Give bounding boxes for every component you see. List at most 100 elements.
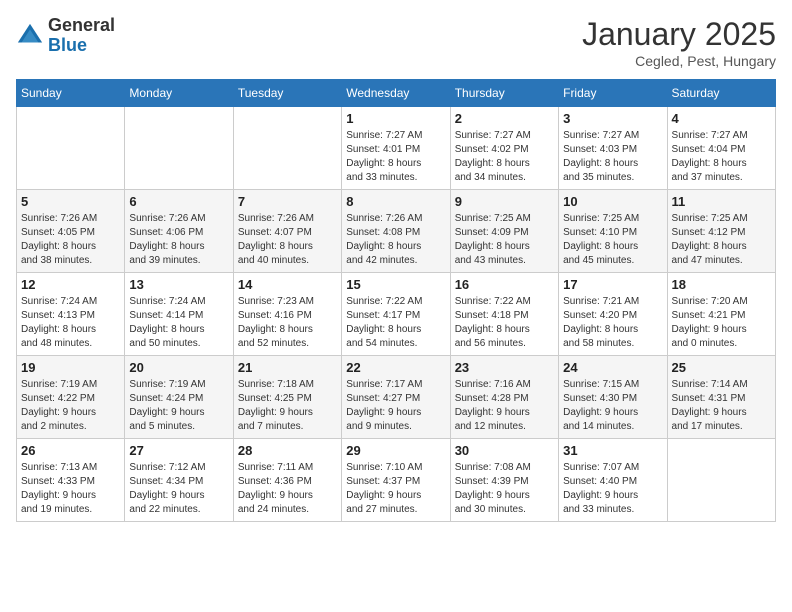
calendar-cell: 16 Sunrise: 7:22 AM Sunset: 4:18 PM Dayli… — [450, 273, 558, 356]
day-number: 1 — [346, 111, 445, 126]
calendar-cell: 30 Sunrise: 7:08 AM Sunset: 4:39 PM Dayli… — [450, 439, 558, 522]
calendar-cell: 17 Sunrise: 7:21 AM Sunset: 4:20 PM Dayli… — [559, 273, 667, 356]
day-info: Sunrise: 7:18 AM Sunset: 4:25 PM Dayligh… — [238, 378, 337, 434]
calendar-cell: 4Sunrise: 7:27 AM Sunset: 4:04 PM Daylig… — [667, 107, 775, 190]
day-number: 29 — [346, 443, 445, 458]
week-row-1: 1 Sunrise: 7:27 AM Sunset: 4:01 PM Daylig… — [17, 107, 776, 190]
calendar-cell — [17, 107, 125, 190]
calendar-cell — [667, 439, 775, 522]
weekday-header-saturday: Saturday — [667, 80, 775, 107]
day-number: 13 — [129, 277, 228, 292]
day-number: 22 — [346, 360, 445, 375]
day-info: Sunrise: 7:24 AM Sunset: 4:14 PM Dayligh… — [129, 295, 228, 351]
calendar: SundayMondayTuesdayWednesdayThursdayFrid… — [16, 79, 776, 522]
day-number: 12 — [21, 277, 120, 292]
logo: General Blue — [16, 16, 115, 56]
calendar-cell: 27 Sunrise: 7:12 AM Sunset: 4:34 PM Dayli… — [125, 439, 233, 522]
day-info: Sunrise: 7:17 AM Sunset: 4:27 PM Dayligh… — [346, 378, 445, 434]
day-number: 15 — [346, 277, 445, 292]
day-info: Sunrise: 7:26 AM Sunset: 4:07 PM Dayligh… — [238, 212, 337, 268]
day-info: Sunrise: 7:23 AM Sunset: 4:16 PM Dayligh… — [238, 295, 337, 351]
logo-blue: Blue — [48, 35, 87, 55]
logo-text: General Blue — [48, 16, 115, 56]
calendar-cell: 22 Sunrise: 7:17 AM Sunset: 4:27 PM Dayli… — [342, 356, 450, 439]
calendar-cell: 20 Sunrise: 7:19 AM Sunset: 4:24 PM Dayli… — [125, 356, 233, 439]
day-info: Sunrise: 7:20 AM Sunset: 4:21 PM Dayligh… — [672, 295, 771, 351]
calendar-cell: 10 Sunrise: 7:25 AM Sunset: 4:10 PM Dayli… — [559, 190, 667, 273]
day-info: Sunrise: 7:19 AM Sunset: 4:24 PM Dayligh… — [129, 378, 228, 434]
day-info: Sunrise: 7:25 AM Sunset: 4:09 PM Dayligh… — [455, 212, 554, 268]
day-number: 30 — [455, 443, 554, 458]
day-info: Sunrise: 7:26 AM Sunset: 4:06 PM Dayligh… — [129, 212, 228, 268]
weekday-header-row: SundayMondayTuesdayWednesdayThursdayFrid… — [17, 80, 776, 107]
day-info: Sunrise: 7:19 AM Sunset: 4:22 PM Dayligh… — [21, 378, 120, 434]
day-info: Sunrise: 7:14 AM Sunset: 4:31 PM Dayligh… — [672, 378, 771, 434]
calendar-cell: 19 Sunrise: 7:19 AM Sunset: 4:22 PM Dayli… — [17, 356, 125, 439]
day-number: 25 — [672, 360, 771, 375]
day-number: 26 — [21, 443, 120, 458]
month-title: January 2025 — [582, 16, 776, 53]
day-number: 18 — [672, 277, 771, 292]
calendar-cell: 31 Sunrise: 7:07 AM Sunset: 4:40 PM Dayli… — [559, 439, 667, 522]
calendar-cell: 2Sunrise: 7:27 AM Sunset: 4:02 PM Daylig… — [450, 107, 558, 190]
day-number: 8 — [346, 194, 445, 209]
day-info: Sunrise: 7:10 AM Sunset: 4:37 PM Dayligh… — [346, 461, 445, 517]
calendar-cell: 29 Sunrise: 7:10 AM Sunset: 4:37 PM Dayli… — [342, 439, 450, 522]
weekday-header-sunday: Sunday — [17, 80, 125, 107]
day-info: Sunrise: 7:22 AM Sunset: 4:17 PM Dayligh… — [346, 295, 445, 351]
day-info: Sunrise: 7:07 AM Sunset: 4:40 PM Dayligh… — [563, 461, 662, 517]
calendar-cell: 18 Sunrise: 7:20 AM Sunset: 4:21 PM Dayli… — [667, 273, 775, 356]
day-info: Sunrise: 7:13 AM Sunset: 4:33 PM Dayligh… — [21, 461, 120, 517]
day-number: 3 — [563, 111, 662, 126]
day-number: 4 — [672, 111, 771, 126]
day-info: Sunrise: 7:11 AM Sunset: 4:36 PM Dayligh… — [238, 461, 337, 517]
day-info: Sunrise: 7:26 AM Sunset: 4:08 PM Dayligh… — [346, 212, 445, 268]
day-number: 11 — [672, 194, 771, 209]
day-number: 28 — [238, 443, 337, 458]
day-info: Sunrise: 7:26 AM Sunset: 4:05 PM Dayligh… — [21, 212, 120, 268]
day-number: 24 — [563, 360, 662, 375]
day-info: Sunrise: 7:27 AM Sunset: 4:01 PM Dayligh… — [346, 129, 445, 185]
logo-icon — [16, 22, 44, 50]
day-info: Sunrise: 7:25 AM Sunset: 4:12 PM Dayligh… — [672, 212, 771, 268]
day-info: Sunrise: 7:21 AM Sunset: 4:20 PM Dayligh… — [563, 295, 662, 351]
day-number: 21 — [238, 360, 337, 375]
day-number: 6 — [129, 194, 228, 209]
weekday-header-thursday: Thursday — [450, 80, 558, 107]
week-row-3: 12 Sunrise: 7:24 AM Sunset: 4:13 PM Dayli… — [17, 273, 776, 356]
weekday-header-monday: Monday — [125, 80, 233, 107]
day-number: 20 — [129, 360, 228, 375]
calendar-cell: 28 Sunrise: 7:11 AM Sunset: 4:36 PM Dayli… — [233, 439, 341, 522]
calendar-cell: 11 Sunrise: 7:25 AM Sunset: 4:12 PM Dayli… — [667, 190, 775, 273]
calendar-cell: 3 Sunrise: 7:27 AM Sunset: 4:03 PM Daylig… — [559, 107, 667, 190]
week-row-2: 5 Sunrise: 7:26 AM Sunset: 4:05 PM Daylig… — [17, 190, 776, 273]
calendar-cell: 24 Sunrise: 7:15 AM Sunset: 4:30 PM Dayli… — [559, 356, 667, 439]
day-info: Sunrise: 7:27 AM Sunset: 4:03 PM Dayligh… — [563, 129, 662, 185]
day-info: Sunrise: 7:24 AM Sunset: 4:13 PM Dayligh… — [21, 295, 120, 351]
day-number: 27 — [129, 443, 228, 458]
day-number: 10 — [563, 194, 662, 209]
day-number: 7 — [238, 194, 337, 209]
day-info: Sunrise: 7:15 AM Sunset: 4:30 PM Dayligh… — [563, 378, 662, 434]
day-info: Sunrise: 7:22 AM Sunset: 4:18 PM Dayligh… — [455, 295, 554, 351]
day-number: 17 — [563, 277, 662, 292]
weekday-header-friday: Friday — [559, 80, 667, 107]
title-block: January 2025 Cegled, Pest, Hungary — [582, 16, 776, 69]
logo-general: General — [48, 15, 115, 35]
page-header: General Blue January 2025 Cegled, Pest, … — [16, 16, 776, 69]
week-row-4: 19 Sunrise: 7:19 AM Sunset: 4:22 PM Dayli… — [17, 356, 776, 439]
day-number: 16 — [455, 277, 554, 292]
day-number: 31 — [563, 443, 662, 458]
calendar-cell: 5 Sunrise: 7:26 AM Sunset: 4:05 PM Daylig… — [17, 190, 125, 273]
day-number: 9 — [455, 194, 554, 209]
day-info: Sunrise: 7:12 AM Sunset: 4:34 PM Dayligh… — [129, 461, 228, 517]
day-info: Sunrise: 7:25 AM Sunset: 4:10 PM Dayligh… — [563, 212, 662, 268]
day-number: 19 — [21, 360, 120, 375]
calendar-cell — [125, 107, 233, 190]
day-number: 5 — [21, 194, 120, 209]
day-info: Sunrise: 7:08 AM Sunset: 4:39 PM Dayligh… — [455, 461, 554, 517]
calendar-cell: 21 Sunrise: 7:18 AM Sunset: 4:25 PM Dayli… — [233, 356, 341, 439]
calendar-cell: 1 Sunrise: 7:27 AM Sunset: 4:01 PM Daylig… — [342, 107, 450, 190]
week-row-5: 26 Sunrise: 7:13 AM Sunset: 4:33 PM Dayli… — [17, 439, 776, 522]
calendar-cell: 23Sunrise: 7:16 AM Sunset: 4:28 PM Dayli… — [450, 356, 558, 439]
